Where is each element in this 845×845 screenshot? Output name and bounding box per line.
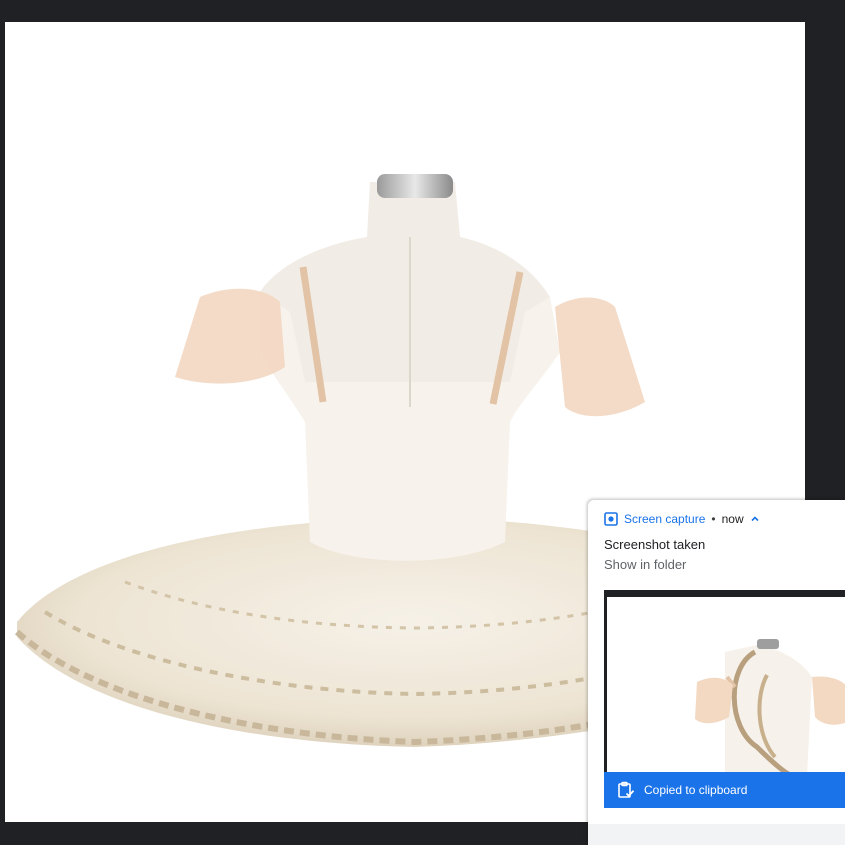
copied-label: Copied to clipboard	[644, 783, 748, 797]
notification-title: Screenshot taken	[604, 537, 706, 552]
screenshot-notification: Screen capture • now Screenshot taken Sh…	[588, 500, 845, 845]
separator: •	[711, 512, 716, 526]
notification-header: Screen capture • now	[604, 511, 760, 527]
copied-to-clipboard-banner: Copied to clipboard	[604, 772, 845, 808]
clipboard-check-icon	[618, 781, 635, 798]
app-name: Screen capture	[624, 512, 706, 526]
notification-footer	[588, 824, 845, 845]
notification-time: now	[721, 512, 744, 526]
thumbnail-preview	[695, 639, 845, 775]
show-in-folder-button[interactable]: Show in folder	[604, 557, 686, 572]
screen-capture-icon	[604, 512, 618, 526]
thumbnail-image	[607, 597, 845, 775]
chevron-up-icon[interactable]	[750, 514, 760, 524]
